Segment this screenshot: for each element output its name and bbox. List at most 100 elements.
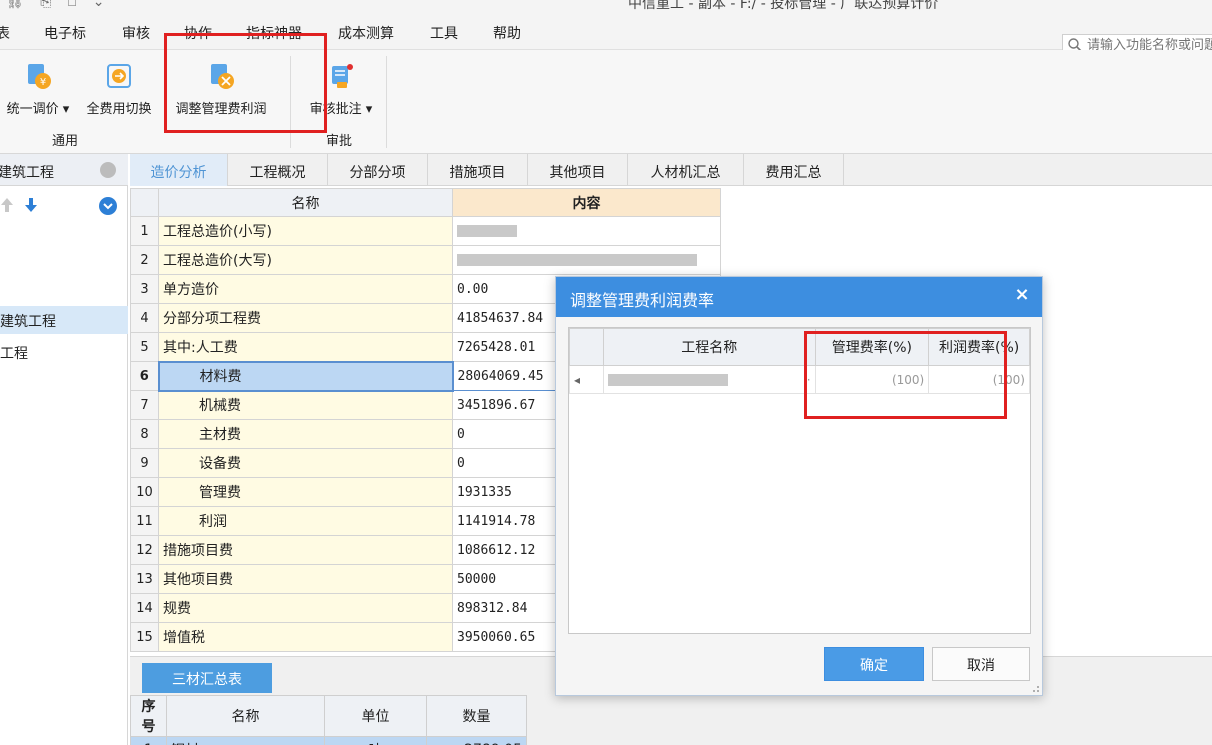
review-annotation-icon: [332, 64, 353, 88]
row-number: 5: [130, 332, 159, 362]
cancel-button[interactable]: 取消: [932, 647, 1030, 681]
row-number: 15: [130, 622, 159, 652]
tab-cost-analysis[interactable]: 造价分析: [130, 154, 228, 186]
material-name[interactable]: 钢材: [166, 736, 325, 745]
menu-help[interactable]: 帮助: [493, 23, 521, 43]
tree-item-label: 工程: [0, 346, 28, 362]
row-number: 11: [130, 506, 159, 536]
tree-item-project[interactable]: 工程: [0, 338, 128, 366]
resize-grip-icon[interactable]: [1030, 683, 1040, 693]
quick-access-icons[interactable]: ⛓ ⎘ ⎕ ⌄: [6, 0, 110, 10]
row-name[interactable]: 工程总造价(小写): [158, 216, 453, 246]
row-name[interactable]: 规费: [158, 593, 453, 623]
row-value-redacted[interactable]: [452, 216, 721, 246]
menu-e-bid[interactable]: 电子标: [44, 23, 86, 43]
menu-cost-estimate[interactable]: 成本测算: [338, 23, 394, 43]
tree-item-building[interactable]: 建筑工程: [0, 306, 128, 334]
row-number: 3: [130, 274, 159, 304]
unified-price-adjust-label: 统一调价: [6, 102, 59, 117]
row-value-redacted[interactable]: [452, 245, 721, 275]
row-name[interactable]: 利润: [158, 506, 453, 536]
project-name-redacted[interactable]: ··: [602, 365, 816, 394]
row-number: 4: [130, 303, 159, 333]
header-project-name[interactable]: 工程名称: [602, 328, 816, 366]
row-name[interactable]: 措施项目费: [158, 535, 453, 565]
header-seq[interactable]: 序号: [130, 695, 167, 737]
row-number: 12: [130, 535, 159, 565]
row-name[interactable]: 材料费: [157, 360, 454, 392]
menu-tools[interactable]: 工具: [430, 23, 458, 43]
row-name[interactable]: 管理费: [158, 477, 453, 507]
expand-all-icon[interactable]: [98, 196, 118, 216]
tab-other-items[interactable]: 其他项目: [528, 154, 628, 186]
dropdown-arrow-icon: ▾: [361, 102, 373, 117]
row-number: 2: [130, 245, 159, 275]
menu-review[interactable]: 审核: [122, 23, 150, 43]
header-name[interactable]: 名称: [158, 188, 453, 217]
row-name[interactable]: 增值税: [158, 622, 453, 652]
row-number: 1: [130, 736, 167, 745]
full-cost-switch-button[interactable]: 全费用切换: [80, 60, 158, 117]
redacted-text: [607, 374, 728, 386]
menu-report[interactable]: 表: [0, 23, 10, 43]
close-icon[interactable]: ×: [1012, 285, 1032, 305]
row-number: 6: [130, 361, 159, 391]
material-quantity[interactable]: 2789.05: [426, 736, 527, 745]
header-quantity[interactable]: 数量: [426, 695, 527, 737]
price-adjust-icon: ¥: [28, 64, 51, 89]
row-number: 14: [130, 593, 159, 623]
tree-item-label: 建筑工程: [0, 314, 56, 330]
table-header-row: 名称 内容: [130, 188, 721, 217]
dialog-title-bar[interactable]: 调整管理费利润费率 ×: [556, 277, 1042, 317]
table-row[interactable]: 1 工程总造价(小写): [130, 216, 721, 246]
project-tree-header: 建筑工程: [0, 154, 128, 186]
ribbon-group-review-label: 审批: [326, 134, 353, 149]
project-tree-panel: 建筑工程 建筑工程 工程: [0, 154, 128, 745]
row-name[interactable]: 单方造价: [158, 274, 453, 304]
tab-project-overview[interactable]: 工程概况: [228, 154, 328, 186]
svg-text:¥: ¥: [40, 77, 46, 88]
redacted-text: [457, 254, 697, 266]
dropdown-arrow-icon: ▾: [58, 102, 70, 117]
row-number: 7: [130, 390, 159, 420]
row-number: 1: [130, 216, 159, 246]
tab-sub-items[interactable]: 分部分项: [328, 154, 428, 186]
header-content[interactable]: 内容: [452, 188, 721, 217]
full-cost-switch-label: 全费用切换: [86, 102, 152, 117]
redacted-text: [457, 225, 517, 237]
row-name[interactable]: 分部分项工程费: [158, 303, 453, 333]
project-tree-title: 建筑工程: [0, 165, 54, 181]
tab-fee-summary[interactable]: 费用汇总: [744, 154, 844, 186]
move-up-icon[interactable]: [0, 196, 14, 214]
table-row[interactable]: 1 钢材 吨 2789.05: [130, 736, 527, 745]
row-name[interactable]: 主材费: [158, 419, 453, 449]
ribbon-separator: [386, 56, 387, 148]
header-material-name[interactable]: 名称: [166, 695, 325, 737]
header-index-cell: [130, 188, 159, 217]
table-row[interactable]: 2 工程总造价(大写): [130, 245, 721, 275]
row-name[interactable]: 其他项目费: [158, 564, 453, 594]
materials-summary-table: 序号 名称 单位 数量 1 钢材 吨 2789.05: [130, 695, 527, 745]
dialog-title: 调整管理费利润费率: [570, 291, 715, 310]
collapse-panel-icon[interactable]: [100, 162, 116, 178]
expand-row-icon[interactable]: ◂: [569, 365, 604, 394]
header-unit[interactable]: 单位: [324, 695, 427, 737]
material-unit[interactable]: 吨: [324, 736, 427, 745]
row-name[interactable]: 工程总造价(大写): [158, 245, 453, 275]
tab-three-materials-summary[interactable]: 三材汇总表: [142, 663, 272, 693]
ribbon-group-general-label: 通用: [52, 134, 79, 149]
row-name[interactable]: 其中:人工费: [158, 332, 453, 362]
row-number: 9: [130, 448, 159, 478]
materials-header-row: 序号 名称 单位 数量: [130, 695, 527, 737]
project-tree-toolbar: [0, 194, 128, 218]
row-name[interactable]: 设备费: [158, 448, 453, 478]
tab-labor-material-summary[interactable]: 人材机汇总: [628, 154, 744, 186]
confirm-button[interactable]: 确定: [824, 647, 924, 681]
highlight-box-ribbon: [164, 33, 327, 133]
row-name[interactable]: 机械费: [158, 390, 453, 420]
tab-measures[interactable]: 措施项目: [428, 154, 528, 186]
unified-price-adjust-button[interactable]: ¥ 统一调价 ▾: [2, 60, 74, 117]
full-cost-switch-icon: [107, 64, 131, 88]
header-index-cell: [569, 328, 604, 366]
move-down-icon[interactable]: [24, 196, 38, 214]
